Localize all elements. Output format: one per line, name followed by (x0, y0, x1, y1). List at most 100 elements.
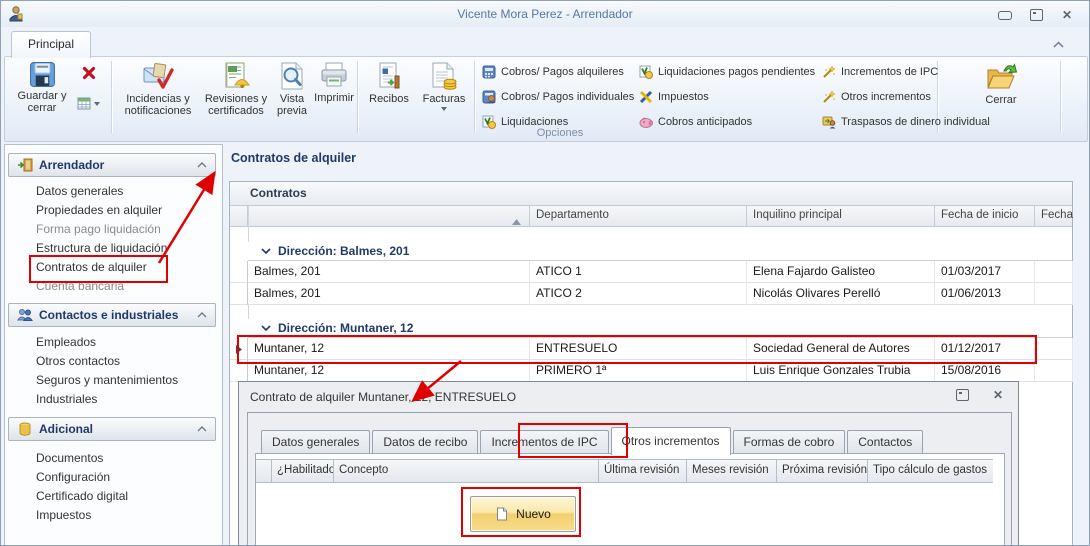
liquidaciones-pagos-pendientes-button[interactable]: Liquidaciones pagos pendientes (639, 63, 815, 81)
group-row-muntaner[interactable]: Dirección: Muntaner, 12 (248, 319, 1072, 338)
cell-inquilino: Sociedad General de Autores (747, 338, 935, 360)
ribbon-separator (1060, 61, 1061, 133)
tab-datos-generales[interactable]: Datos generales (261, 430, 371, 455)
row-indicator (230, 261, 248, 283)
header-departamento[interactable]: Departamento (530, 206, 747, 226)
row-indicator (230, 360, 248, 382)
sidebar-section-arrendador[interactable]: Arrendador (8, 153, 216, 177)
ribbon-tab-principal[interactable]: Principal (11, 31, 91, 58)
two-people-icon (17, 309, 33, 321)
sidebar-item-seguros-y-mantenimientos[interactable]: Seguros y mantenimientos (8, 371, 216, 390)
sidebar-item-configuracion[interactable]: Configuración (8, 468, 216, 487)
recibos-button[interactable]: Recibos (363, 61, 415, 105)
chevron-up-icon (197, 312, 207, 318)
incidencias-notificaciones-button[interactable]: Incidencias y notificaciones (117, 61, 199, 117)
calculator-person-icon (482, 90, 496, 104)
revisiones-certificados-button[interactable]: Revisiones y certificados (201, 61, 271, 117)
dialog-header-ultima-revision[interactable]: Última revisión (599, 460, 687, 482)
vista-previa-button[interactable]: Vista previa (271, 61, 313, 117)
sidebar-item-contratos-de-alquiler[interactable]: Contratos de alquiler (8, 258, 216, 277)
dialog-header-concepto[interactable]: Concepto (334, 460, 599, 482)
dialog-maximize-button[interactable] (951, 388, 973, 402)
envelope-check-icon (143, 62, 174, 89)
tab-otros-incrementos[interactable]: Otros incrementos (610, 427, 731, 455)
sidebar-item-otros-contactos[interactable]: Otros contactos (8, 352, 216, 371)
chevron-up-icon (197, 162, 207, 168)
tab-formas-de-cobro[interactable]: Formas de cobro (732, 430, 846, 455)
row-indicator (230, 338, 248, 360)
vista-previa-label: Vista previa (277, 93, 307, 117)
dialog-close-button[interactable]: ✕ (987, 388, 1009, 402)
dialog-header-meses-revision[interactable]: Meses revisión (687, 460, 777, 482)
otros-incrementos-button[interactable]: Otros incrementos (822, 88, 931, 106)
sidebar-item-cuenta-bancaria[interactable]: Cuenta bancaria (8, 277, 216, 296)
open-folder-arrow-icon (987, 63, 1018, 89)
revisiones-label: Revisiones y certificados (204, 93, 268, 117)
traspasos-dinero-individual-button[interactable]: Traspasos de dinero individual (822, 113, 990, 131)
page-title: Contratos de alquiler (231, 151, 357, 165)
cell-direccion: Muntaner, 12 (248, 360, 530, 382)
incrementos-de-ipc-button[interactable]: Incrementos de IPC (822, 63, 938, 81)
table-row-balmes-atico1[interactable]: Balmes, 201 ATICO 1 Elena Fajardo Galist… (230, 261, 1073, 283)
group-label: Dirección: Muntaner, 12 (278, 321, 414, 335)
header-fecha[interactable]: Fecha (1035, 206, 1073, 226)
close-button[interactable]: ✕ (1056, 8, 1078, 22)
dialog-header-tipo-calculo-gastos[interactable]: Tipo cálculo de gastos (868, 460, 993, 482)
group-label: Dirección: Balmes, 201 (278, 244, 410, 258)
header-fecha-de-inicio[interactable]: Fecha de inicio (935, 206, 1035, 226)
section-title: Contactos e industriales (39, 308, 179, 322)
minimize-button[interactable] (994, 8, 1016, 22)
door-exit-icon (18, 158, 33, 172)
maximize-button[interactable] (1025, 8, 1047, 22)
delete-button[interactable] (81, 65, 97, 81)
grid-icon (77, 97, 91, 110)
sidebar-item-forma-pago-liquidacion[interactable]: Forma pago liquidación (8, 220, 216, 239)
option-label: Otros incrementos (841, 91, 931, 103)
header-inquilino-principal[interactable]: Inquilino principal (747, 206, 935, 226)
cerrar-button[interactable]: Cerrar (973, 61, 1029, 106)
nuevo-button[interactable]: Nuevo (470, 496, 576, 532)
grid-view-dropdown-button[interactable] (77, 97, 100, 111)
nuevo-label: Nuevo (516, 507, 551, 521)
sidebar-item-estructura-de-liquidacion[interactable]: Estructura de liquidación (8, 239, 216, 258)
magnifier-document-icon (281, 62, 303, 90)
tab-contactos[interactable]: Contactos (847, 430, 924, 455)
table-row-balmes-atico2[interactable]: Balmes, 201 ATICO 2 Nicolás Olivares Per… (230, 283, 1073, 305)
sidebar-section-contactos-e-industriales[interactable]: Contactos e industriales (8, 303, 216, 327)
header-indicator (230, 206, 248, 226)
cell-inquilino: Luis Enrique Gonzales Trubia (747, 360, 935, 382)
cobros-pagos-alquileres-button[interactable]: Cobros/ Pagos alquileres (482, 63, 624, 81)
chevron-down-icon (261, 325, 271, 331)
ribbon-collapse-button[interactable] (1049, 37, 1067, 52)
facturas-button[interactable]: Facturas (417, 61, 471, 111)
save-and-close-label: Guardar y cerrar (17, 90, 67, 114)
application-window: Vicente Mora Perez - Arrendador ✕ Princi… (0, 0, 1090, 546)
sidebar-item-empleados[interactable]: Empleados (8, 333, 216, 352)
impuestos-button[interactable]: Impuestos (639, 88, 709, 106)
sidebar-item-industriales[interactable]: Industriales (8, 390, 216, 409)
table-row-muntaner-entresuelo[interactable]: Muntaner, 12 ENTRESUELO Sociedad General… (230, 338, 1073, 360)
sidebar-item-impuestos[interactable]: Impuestos (8, 506, 216, 525)
option-label: Liquidaciones pagos pendientes (658, 66, 816, 78)
sidebar-item-datos-generales[interactable]: Datos generales (8, 182, 216, 201)
cobros-pagos-individuales-button[interactable]: Cobros/ Pagos individuales (482, 88, 634, 106)
imprimir-button[interactable]: Imprimir (311, 61, 357, 104)
tab-incrementos-de-ipc[interactable]: Incrementos de IPC (480, 430, 609, 455)
cell-departamento: ENTRESUELO (530, 338, 747, 360)
group-row-balmes[interactable]: Dirección: Balmes, 201 (248, 242, 1072, 261)
contract-dialog: Contrato de alquiler Muntaner, 12, ENTRE… (238, 381, 1019, 545)
sidebar-item-propiedades-en-alquiler[interactable]: Propiedades en alquiler (8, 201, 216, 220)
header-direccion[interactable] (248, 206, 530, 226)
magic-wand-icon (823, 90, 836, 103)
sidebar-section-adicional[interactable]: Adicional (8, 417, 216, 441)
table-row-muntaner-primero[interactable]: Muntaner, 12 PRIMERO 1ª Luis Enrique Gon… (230, 360, 1073, 382)
sidebar-item-certificado-digital[interactable]: Certificado digital (8, 487, 216, 506)
tab-datos-de-recibo[interactable]: Datos de recibo (372, 430, 479, 455)
cell-inquilino: Nicolás Olivares Perelló (747, 283, 935, 305)
save-and-close-button[interactable]: Guardar y cerrar (13, 61, 71, 114)
dialog-body: Datos generales Datos de recibo Incremen… (247, 412, 1012, 545)
cell-fecha (1035, 261, 1073, 283)
dialog-header-habilitado[interactable]: ¿Habilitado? (272, 460, 334, 482)
dialog-header-proxima-revision[interactable]: Próxima revisión (777, 460, 868, 482)
sidebar-item-documentos[interactable]: Documentos (8, 449, 216, 468)
